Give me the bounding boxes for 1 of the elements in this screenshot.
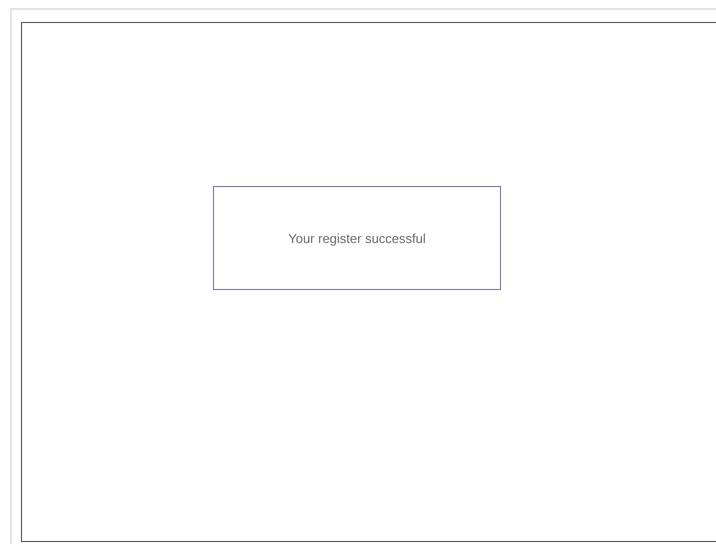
message-text: Your register successful xyxy=(288,230,426,246)
